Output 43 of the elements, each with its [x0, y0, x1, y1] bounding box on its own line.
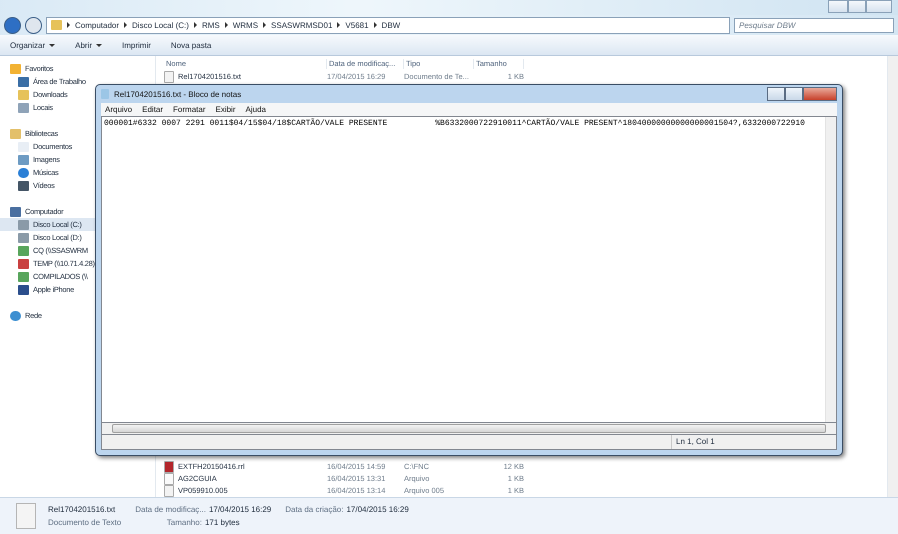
- maximize-button[interactable]: [848, 0, 866, 13]
- details-filetype: Documento de Texto: [48, 518, 122, 527]
- breadcrumb-item[interactable]: RMS: [202, 20, 220, 30]
- maximize-button[interactable]: [785, 87, 803, 101]
- search-field[interactable]: Pesquisar DBW: [734, 18, 894, 32]
- breadcrumb-item[interactable]: V5681: [345, 20, 369, 30]
- menu-item[interactable]: Exibir: [215, 105, 236, 114]
- close-button[interactable]: [866, 0, 892, 13]
- menu-item[interactable]: Formatar: [173, 105, 206, 114]
- details-value: 171 bytes: [204, 518, 240, 527]
- status-text: Ln 1, Col 1: [671, 435, 836, 449]
- file-icon: [164, 71, 174, 83]
- toolbar-button[interactable]: Organizar: [10, 40, 56, 50]
- file-icon: [164, 473, 174, 485]
- forward-button[interactable]: [25, 16, 42, 34]
- details-value: 17/04/2015 16:29: [208, 505, 272, 514]
- close-button[interactable]: [803, 87, 837, 101]
- menu-item[interactable]: Arquivo: [105, 105, 132, 114]
- menu-item[interactable]: Editar: [142, 105, 164, 114]
- scrollbar[interactable]: [101, 423, 837, 435]
- address-bar[interactable]: Computador Disco Local (C:) RMS WRMS SSASWRMSD01 V5681 DBW: [46, 16, 730, 34]
- toolbar-button[interactable]: Abrir: [75, 40, 102, 50]
- minimize-button[interactable]: [828, 0, 848, 13]
- details-label: Tamanho:: [166, 518, 202, 527]
- breadcrumb-item[interactable]: Computador: [75, 20, 120, 30]
- file-icon: [164, 461, 174, 473]
- document-icon: [16, 503, 36, 529]
- breadcrumb-item[interactable]: DBW: [382, 20, 400, 30]
- details-label: Data da criação:: [285, 505, 344, 514]
- toolbar-button[interactable]: Imprimir: [122, 40, 151, 50]
- details-filename: Rel1704201516.txt: [48, 505, 116, 514]
- details-value: 17/04/2015 16:29: [346, 505, 409, 514]
- caret-icon: [96, 44, 102, 46]
- menu-item[interactable]: Ajuda: [246, 105, 266, 114]
- breadcrumb-item[interactable]: Disco Local (C:): [132, 20, 189, 30]
- breadcrumb-item[interactable]: WRMS: [232, 20, 258, 30]
- details-label: Data de modificaç...: [135, 505, 206, 514]
- back-button[interactable]: [4, 16, 21, 34]
- caret-icon: [49, 44, 56, 46]
- minimize-button[interactable]: [767, 87, 785, 101]
- window-title: Rel1704201516.txt - Bloco de notas: [114, 90, 242, 98]
- breadcrumb-item[interactable]: SSASWRMSD01: [271, 20, 332, 30]
- toolbar-button[interactable]: Nova pasta: [170, 40, 212, 50]
